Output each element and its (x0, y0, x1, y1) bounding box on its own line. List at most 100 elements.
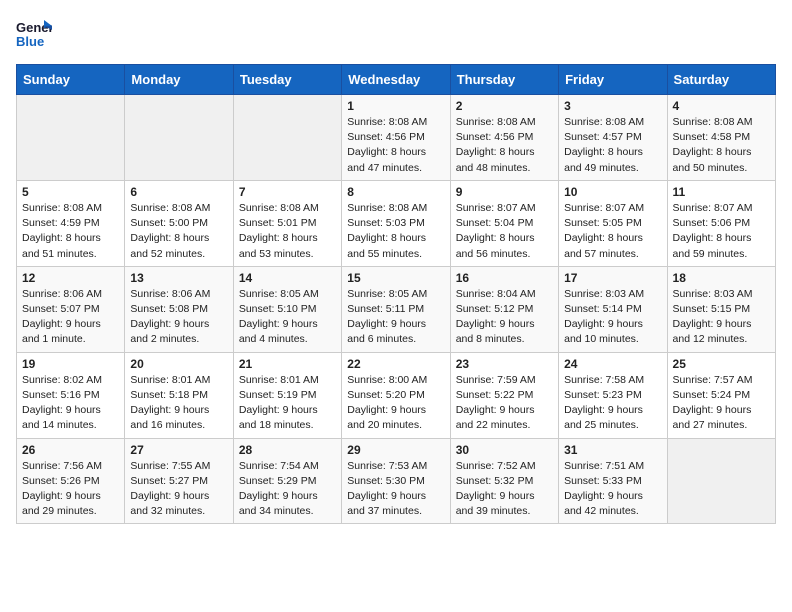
weekday-header-saturday: Saturday (667, 65, 775, 95)
weekday-header-tuesday: Tuesday (233, 65, 341, 95)
calendar-cell: 28 Sunrise: 7:54 AM Sunset: 5:29 PM Dayli… (233, 438, 341, 524)
calendar-cell (125, 95, 233, 181)
logo: General Blue (16, 16, 52, 52)
calendar-cell: 19 Sunrise: 8:02 AM Sunset: 5:16 PM Dayli… (17, 352, 125, 438)
calendar-cell: 7 Sunrise: 8:08 AM Sunset: 5:01 PM Daylig… (233, 180, 341, 266)
day-info: Sunrise: 7:58 AM Sunset: 5:23 PM Dayligh… (564, 373, 661, 434)
day-number: 5 (22, 185, 119, 199)
calendar-cell: 20 Sunrise: 8:01 AM Sunset: 5:18 PM Dayli… (125, 352, 233, 438)
calendar-cell: 4 Sunrise: 8:08 AM Sunset: 4:58 PM Daylig… (667, 95, 775, 181)
day-info: Sunrise: 7:53 AM Sunset: 5:30 PM Dayligh… (347, 459, 444, 520)
calendar-cell: 9 Sunrise: 8:07 AM Sunset: 5:04 PM Daylig… (450, 180, 558, 266)
calendar-cell: 6 Sunrise: 8:08 AM Sunset: 5:00 PM Daylig… (125, 180, 233, 266)
day-number: 4 (673, 99, 770, 113)
calendar-cell: 24 Sunrise: 7:58 AM Sunset: 5:23 PM Dayli… (559, 352, 667, 438)
day-number: 21 (239, 357, 336, 371)
day-number: 23 (456, 357, 553, 371)
calendar-week-row: 12 Sunrise: 8:06 AM Sunset: 5:07 PM Dayli… (17, 266, 776, 352)
day-number: 9 (456, 185, 553, 199)
calendar-cell: 2Sunrise: 8:08 AM Sunset: 4:56 PM Daylig… (450, 95, 558, 181)
day-info: Sunrise: 8:05 AM Sunset: 5:10 PM Dayligh… (239, 287, 336, 348)
day-number: 28 (239, 443, 336, 457)
calendar-cell: 12 Sunrise: 8:06 AM Sunset: 5:07 PM Dayli… (17, 266, 125, 352)
day-number: 13 (130, 271, 227, 285)
calendar-cell: 10 Sunrise: 8:07 AM Sunset: 5:05 PM Dayli… (559, 180, 667, 266)
calendar-body: 1 Sunrise: 8:08 AM Sunset: 4:56 PM Daylig… (17, 95, 776, 524)
day-info: Sunrise: 8:07 AM Sunset: 5:04 PM Dayligh… (456, 201, 553, 262)
logo-icon: General Blue (16, 16, 52, 52)
calendar-week-row: 1 Sunrise: 8:08 AM Sunset: 4:56 PM Daylig… (17, 95, 776, 181)
day-info: Sunrise: 8:06 AM Sunset: 5:08 PM Dayligh… (130, 287, 227, 348)
calendar-cell: 17 Sunrise: 8:03 AM Sunset: 5:14 PM Dayli… (559, 266, 667, 352)
day-info: Sunrise: 7:59 AM Sunset: 5:22 PM Dayligh… (456, 373, 553, 434)
day-number: 19 (22, 357, 119, 371)
day-info: Sunrise: 8:08 AM Sunset: 4:58 PM Dayligh… (673, 115, 770, 176)
calendar-cell: 23 Sunrise: 7:59 AM Sunset: 5:22 PM Dayli… (450, 352, 558, 438)
calendar-cell: 8Sunrise: 8:08 AM Sunset: 5:03 PM Daylig… (342, 180, 450, 266)
calendar-cell: 25Sunrise: 7:57 AM Sunset: 5:24 PM Dayli… (667, 352, 775, 438)
day-info: Sunrise: 8:04 AM Sunset: 5:12 PM Dayligh… (456, 287, 553, 348)
calendar-cell: 13 Sunrise: 8:06 AM Sunset: 5:08 PM Dayli… (125, 266, 233, 352)
weekday-header-thursday: Thursday (450, 65, 558, 95)
calendar-cell: 15Sunrise: 8:05 AM Sunset: 5:11 PM Dayli… (342, 266, 450, 352)
day-info: Sunrise: 7:55 AM Sunset: 5:27 PM Dayligh… (130, 459, 227, 520)
day-info: Sunrise: 8:01 AM Sunset: 5:18 PM Dayligh… (130, 373, 227, 434)
day-number: 10 (564, 185, 661, 199)
day-info: Sunrise: 8:07 AM Sunset: 5:06 PM Dayligh… (673, 201, 770, 262)
day-number: 11 (673, 185, 770, 199)
day-number: 25 (673, 357, 770, 371)
day-info: Sunrise: 8:08 AM Sunset: 5:00 PM Dayligh… (130, 201, 227, 262)
day-info: Sunrise: 8:00 AM Sunset: 5:20 PM Dayligh… (347, 373, 444, 434)
calendar-cell: 18Sunrise: 8:03 AM Sunset: 5:15 PM Dayli… (667, 266, 775, 352)
day-number: 29 (347, 443, 444, 457)
day-number: 24 (564, 357, 661, 371)
calendar-cell: 26 Sunrise: 7:56 AM Sunset: 5:26 PM Dayli… (17, 438, 125, 524)
calendar-cell: 3Sunrise: 8:08 AM Sunset: 4:57 PM Daylig… (559, 95, 667, 181)
calendar-cell (667, 438, 775, 524)
day-number: 2 (456, 99, 553, 113)
day-number: 26 (22, 443, 119, 457)
calendar-cell: 30Sunrise: 7:52 AM Sunset: 5:32 PM Dayli… (450, 438, 558, 524)
calendar-week-row: 5 Sunrise: 8:08 AM Sunset: 4:59 PM Daylig… (17, 180, 776, 266)
day-info: Sunrise: 8:01 AM Sunset: 5:19 PM Dayligh… (239, 373, 336, 434)
weekday-header-row: SundayMondayTuesdayWednesdayThursdayFrid… (17, 65, 776, 95)
page-header: General Blue (16, 16, 776, 52)
day-number: 27 (130, 443, 227, 457)
day-info: Sunrise: 8:08 AM Sunset: 4:57 PM Dayligh… (564, 115, 661, 176)
day-info: Sunrise: 8:06 AM Sunset: 5:07 PM Dayligh… (22, 287, 119, 348)
weekday-header-wednesday: Wednesday (342, 65, 450, 95)
day-info: Sunrise: 8:02 AM Sunset: 5:16 PM Dayligh… (22, 373, 119, 434)
weekday-header-monday: Monday (125, 65, 233, 95)
day-info: Sunrise: 7:51 AM Sunset: 5:33 PM Dayligh… (564, 459, 661, 520)
day-info: Sunrise: 8:08 AM Sunset: 4:59 PM Dayligh… (22, 201, 119, 262)
weekday-header-friday: Friday (559, 65, 667, 95)
day-number: 16 (456, 271, 553, 285)
calendar-table: SundayMondayTuesdayWednesdayThursdayFrid… (16, 64, 776, 524)
day-number: 22 (347, 357, 444, 371)
day-number: 20 (130, 357, 227, 371)
calendar-header: SundayMondayTuesdayWednesdayThursdayFrid… (17, 65, 776, 95)
calendar-cell: 14Sunrise: 8:05 AM Sunset: 5:10 PM Dayli… (233, 266, 341, 352)
calendar-cell: 11 Sunrise: 8:07 AM Sunset: 5:06 PM Dayli… (667, 180, 775, 266)
svg-text:Blue: Blue (16, 34, 44, 49)
calendar-cell: 5 Sunrise: 8:08 AM Sunset: 4:59 PM Daylig… (17, 180, 125, 266)
day-info: Sunrise: 7:54 AM Sunset: 5:29 PM Dayligh… (239, 459, 336, 520)
day-number: 7 (239, 185, 336, 199)
day-info: Sunrise: 8:03 AM Sunset: 5:15 PM Dayligh… (673, 287, 770, 348)
day-info: Sunrise: 8:03 AM Sunset: 5:14 PM Dayligh… (564, 287, 661, 348)
weekday-header-sunday: Sunday (17, 65, 125, 95)
day-number: 12 (22, 271, 119, 285)
day-info: Sunrise: 8:08 AM Sunset: 5:01 PM Dayligh… (239, 201, 336, 262)
calendar-cell: 27 Sunrise: 7:55 AM Sunset: 5:27 PM Dayli… (125, 438, 233, 524)
day-info: Sunrise: 8:08 AM Sunset: 5:03 PM Dayligh… (347, 201, 444, 262)
calendar-cell: 1 Sunrise: 8:08 AM Sunset: 4:56 PM Daylig… (342, 95, 450, 181)
day-number: 6 (130, 185, 227, 199)
day-info: Sunrise: 7:56 AM Sunset: 5:26 PM Dayligh… (22, 459, 119, 520)
day-info: Sunrise: 8:07 AM Sunset: 5:05 PM Dayligh… (564, 201, 661, 262)
day-number: 30 (456, 443, 553, 457)
day-number: 17 (564, 271, 661, 285)
day-info: Sunrise: 8:08 AM Sunset: 4:56 PM Dayligh… (347, 115, 444, 176)
calendar-cell (17, 95, 125, 181)
day-number: 1 (347, 99, 444, 113)
day-number: 15 (347, 271, 444, 285)
